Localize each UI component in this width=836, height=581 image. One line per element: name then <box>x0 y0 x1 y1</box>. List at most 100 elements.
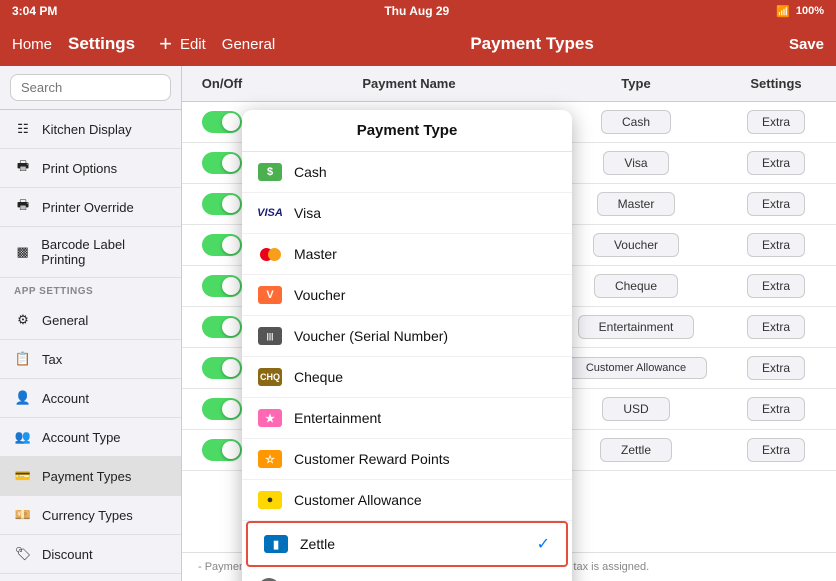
type-cheque[interactable]: Cheque <box>556 274 716 298</box>
wifi-icon: 📶 <box>776 5 790 18</box>
sidebar-item-payment-types[interactable]: 💳 Payment Types <box>0 457 181 496</box>
cheque-icon: CHQ <box>258 368 282 386</box>
sidebar-item-barcode-label-printing[interactable]: ▩ Barcode Label Printing <box>0 227 181 278</box>
settings-visa[interactable]: Extra <box>716 151 836 175</box>
sidebar-item-kitchen-display[interactable]: ☷ Kitchen Display <box>0 110 181 149</box>
edit-button[interactable]: Edit <box>180 36 206 53</box>
dropdown-item-voucher[interactable]: V Voucher <box>242 275 572 316</box>
currency-types-icon: 💴 <box>14 506 32 524</box>
table-header: On/Off Payment Name Type Settings <box>182 66 836 102</box>
dropdown-item-tyro-payments[interactable]: T Tyro Payments <box>242 567 572 581</box>
general-icon: ⚙ <box>14 311 32 329</box>
barcode-label-printing-icon: ▩ <box>14 243 31 261</box>
settings-cheque[interactable]: Extra <box>716 274 836 298</box>
dropdown-item-entertainment[interactable]: ★ Entertainment <box>242 398 572 439</box>
home-button[interactable]: Home <box>12 36 52 53</box>
settings-entertainment[interactable]: Extra <box>716 315 836 339</box>
dropdown-item-zettle[interactable]: ▮ Zettle ✓ <box>246 521 568 567</box>
type-zettle[interactable]: Zettle <box>556 438 716 462</box>
entertainment-icon: ★ <box>258 409 282 427</box>
type-voucher[interactable]: Voucher <box>556 233 716 257</box>
selected-checkmark: ✓ <box>537 534 550 554</box>
settings-customer-allowance[interactable]: Extra <box>716 356 836 380</box>
account-icon: 👤 <box>14 389 32 407</box>
type-cash[interactable]: Cash <box>556 110 716 134</box>
sidebar-item-currency-types[interactable]: 💴 Currency Types <box>0 496 181 535</box>
dropdown-title: Payment Type <box>242 110 572 152</box>
print-options-icon: 🖶 <box>14 159 32 177</box>
dropdown-item-label: Customer Reward Points <box>294 451 450 467</box>
general-breadcrumb[interactable]: General <box>222 36 275 53</box>
settings-usd[interactable]: Extra <box>716 397 836 421</box>
sidebar-item-general[interactable]: ⚙ General <box>0 301 181 340</box>
settings-label: Settings <box>68 34 135 54</box>
reward-icon: ☆ <box>258 450 282 468</box>
header-settings: Settings <box>716 76 836 91</box>
visa-icon: VISA <box>258 204 282 222</box>
type-customer-allowance[interactable]: Customer Allowance <box>556 357 716 379</box>
zettle-icon: ▮ <box>264 535 288 553</box>
dropdown-item-label: Cash <box>294 164 327 180</box>
search-input[interactable] <box>10 74 171 101</box>
content-area: On/Off Payment Name Type Settings Cash C… <box>182 66 836 581</box>
dropdown-item-label: Voucher <box>294 287 345 303</box>
sidebar-item-tax[interactable]: 📋 Tax <box>0 340 181 379</box>
dropdown-item-label: Master <box>294 246 337 262</box>
status-right: 📶 100% <box>776 5 824 18</box>
dropdown-item-customer-reward-points[interactable]: ☆ Customer Reward Points <box>242 439 572 480</box>
dropdown-item-label: Entertainment <box>294 410 381 426</box>
sidebar-search-container <box>0 66 181 110</box>
header-on-off: On/Off <box>182 76 262 91</box>
header-type: Type <box>556 76 716 91</box>
dropdown-item-label: Voucher (Serial Number) <box>294 328 448 344</box>
allowance-icon: ● <box>258 491 282 509</box>
settings-zettle[interactable]: Extra <box>716 438 836 462</box>
dropdown-item-label: Customer Allowance <box>294 492 422 508</box>
voucher-icon: V <box>258 286 282 304</box>
sidebar-item-account[interactable]: 👤 Account <box>0 379 181 418</box>
type-entertainment[interactable]: Entertainment <box>556 315 716 339</box>
kitchen-display-icon: ☷ <box>14 120 32 138</box>
nav-bar: Home Settings + Edit General Payment Typ… <box>0 22 836 66</box>
sidebar-item-discount[interactable]: 🏷 Discount <box>0 535 181 574</box>
settings-cash[interactable]: Extra <box>716 110 836 134</box>
dropdown-item-master[interactable]: Master <box>242 234 572 275</box>
dropdown-item-label: Cheque <box>294 369 343 385</box>
type-visa[interactable]: Visa <box>556 151 716 175</box>
settings-master[interactable]: Extra <box>716 192 836 216</box>
voucher-serial-icon: ||| <box>258 327 282 345</box>
add-button[interactable]: + <box>159 31 172 57</box>
sidebar: ☷ Kitchen Display 🖶 Print Options 🖶 Prin… <box>0 66 182 581</box>
dropdown-item-label: Zettle <box>300 536 335 552</box>
battery-level: 100% <box>796 5 824 17</box>
app-settings-header: APP SETTINGS <box>0 278 181 301</box>
sidebar-item-account-type[interactable]: 👥 Account Type <box>0 418 181 457</box>
payment-types-icon: 💳 <box>14 467 32 485</box>
printer-override-icon: 🖶 <box>14 198 32 216</box>
dropdown-item-label: Visa <box>294 205 321 221</box>
payment-type-dropdown: Payment Type $ Cash VISA Visa Master V V… <box>242 110 572 581</box>
discount-icon: 🏷 <box>14 545 32 563</box>
dropdown-item-cash[interactable]: $ Cash <box>242 152 572 193</box>
header-payment-name: Payment Name <box>262 76 556 91</box>
main-layout: ☷ Kitchen Display 🖶 Print Options 🖶 Prin… <box>0 66 836 581</box>
save-button[interactable]: Save <box>789 36 824 53</box>
dropdown-item-voucher-serial[interactable]: ||| Voucher (Serial Number) <box>242 316 572 357</box>
sidebar-item-void-reason[interactable]: 🚫 Void Reason <box>0 574 181 581</box>
cash-icon: $ <box>258 163 282 181</box>
page-title: Payment Types <box>275 34 789 54</box>
dropdown-item-customer-allowance[interactable]: ● Customer Allowance <box>242 480 572 521</box>
account-type-icon: 👥 <box>14 428 32 446</box>
sidebar-item-printer-override[interactable]: 🖶 Printer Override <box>0 188 181 227</box>
dropdown-item-cheque[interactable]: CHQ Cheque <box>242 357 572 398</box>
status-time: 3:04 PM <box>12 4 57 18</box>
type-usd[interactable]: USD <box>556 397 716 421</box>
type-master[interactable]: Master <box>556 192 716 216</box>
sidebar-item-print-options[interactable]: 🖶 Print Options <box>0 149 181 188</box>
dropdown-item-visa[interactable]: VISA Visa <box>242 193 572 234</box>
settings-voucher[interactable]: Extra <box>716 233 836 257</box>
tax-icon: 📋 <box>14 350 32 368</box>
status-bar: 3:04 PM Thu Aug 29 📶 100% <box>0 0 836 22</box>
status-date: Thu Aug 29 <box>384 4 449 18</box>
master-icon <box>258 245 282 263</box>
